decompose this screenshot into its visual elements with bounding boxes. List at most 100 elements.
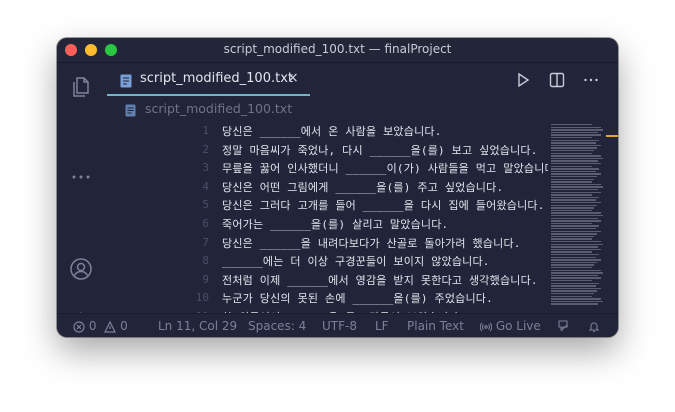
line-number: 7 xyxy=(202,235,209,249)
minimap-line xyxy=(551,170,596,173)
minimap-line xyxy=(551,194,593,196)
editor-line[interactable]: 7 당신은 ______을 내려다보다가 산골로 돌아가려 했습니다. xyxy=(105,234,548,253)
line-number: 6 xyxy=(202,217,209,230)
minimap-line xyxy=(551,155,602,157)
minimap-line xyxy=(551,293,595,295)
minimap-line xyxy=(551,298,602,300)
minimap-line xyxy=(551,269,602,271)
account-icon[interactable] xyxy=(69,257,93,281)
minimap-line xyxy=(551,207,595,209)
broadcast-icon xyxy=(480,321,492,333)
language-mode[interactable]: Plain Text xyxy=(407,319,464,333)
minimap-line xyxy=(551,150,595,152)
window-title: script_modified_100.txt — finalProject xyxy=(223,42,452,56)
minimap-line xyxy=(551,233,597,235)
minimap-line xyxy=(551,220,602,222)
minimap-line xyxy=(551,137,593,139)
minimap-line xyxy=(551,209,592,212)
minimap-line xyxy=(551,124,592,126)
editor-line[interactable]: 4 당신은 어떤 그림에게 ______을(를) 주고 싶었습니다. xyxy=(105,178,548,197)
minimap-line xyxy=(551,144,601,147)
line-number: 10 xyxy=(195,291,209,305)
minimap-line xyxy=(551,248,602,251)
minimap-line xyxy=(551,228,596,230)
minimap-line xyxy=(551,189,598,191)
tab-close-icon[interactable]: × xyxy=(287,70,299,86)
line-text: 당신은 그러다 고개를 들어 ______을 다시 집에 들어왔습니다. xyxy=(222,199,545,213)
problems-indicator[interactable]: 0 0 xyxy=(73,319,128,333)
editor-text-area[interactable]: 1 당신은 ______에서 온 사람을 보았습니다. 2 정말 마음씨가 죽었나, … xyxy=(105,120,548,313)
minimap-line xyxy=(551,287,601,290)
minimap-line xyxy=(551,246,598,248)
minimap-line xyxy=(551,295,592,297)
minimap-line xyxy=(551,212,602,214)
split-editor-icon[interactable] xyxy=(548,71,566,89)
minimap-line xyxy=(551,163,602,165)
cursor-position[interactable]: Ln 11, Col 29 xyxy=(158,319,237,333)
line-number: 2 xyxy=(202,142,209,156)
minimap-line xyxy=(551,267,592,269)
line-text: 당신은 어떤 그림에게 ______을(를) 주고 싶었습니다. xyxy=(222,180,504,194)
line-text: ______에는 더 이상 구경꾼들이 보이지 않았습니다. xyxy=(222,255,490,269)
minimap-line xyxy=(551,261,597,264)
minimap-line xyxy=(551,126,602,128)
editor-line[interactable]: 3 무릎을 꿇어 인사했더니 ______이(가) 사람들을 먹고 말았습니다. xyxy=(105,159,548,178)
minimap-line xyxy=(551,131,598,134)
editor-line[interactable]: 9 전처럼 이제 ______에서 영감을 받지 못한다고 생각했습니다. xyxy=(105,271,548,290)
scroll-position-marker xyxy=(606,135,618,137)
minimap-line xyxy=(551,152,592,154)
minimap-line xyxy=(551,178,595,180)
minimap-line xyxy=(551,157,603,160)
more-actions-icon[interactable] xyxy=(582,71,600,89)
minimap-line xyxy=(551,300,603,303)
minimap-line xyxy=(551,238,592,240)
editor-line[interactable]: 6 죽어가는 ______을(를) 살리고 말았습니다. xyxy=(105,215,548,234)
line-text: 죽어가는 ______을(를) 살리고 말았습니다. xyxy=(222,218,449,231)
line-number: 9 xyxy=(202,272,209,286)
minimap-line xyxy=(551,168,599,170)
minimap-line xyxy=(551,241,602,243)
minimap-line xyxy=(551,274,598,277)
line-text: 누군가 당신의 못된 손에 ______을(를) 주었습니다. xyxy=(222,292,493,306)
bell-icon[interactable] xyxy=(588,319,600,333)
go-live-button[interactable]: Go Live xyxy=(480,319,541,333)
editor-line[interactable]: 2 정말 마음씨가 죽었나, 다시 ______을(를) 보고 싶었습니다. xyxy=(105,141,548,160)
text-file-icon xyxy=(125,102,136,117)
explorer-icon[interactable] xyxy=(69,75,93,99)
minimap-line xyxy=(551,303,598,305)
error-count: 0 xyxy=(88,319,97,333)
minimap-line xyxy=(551,183,602,186)
minimap[interactable] xyxy=(548,120,604,313)
run-icon[interactable] xyxy=(514,71,532,89)
line-text: 전처럼 이제 ______에서 영감을 받지 못한다고 생각했습니다. xyxy=(222,273,538,287)
desktop-background: script_modified_100.txt — finalProject s… xyxy=(0,0,675,412)
minimap-line xyxy=(551,285,596,287)
minimap-line xyxy=(551,176,597,178)
minimap-line xyxy=(551,129,603,131)
minimap-line xyxy=(551,243,603,245)
feedback-icon[interactable] xyxy=(557,319,570,333)
minimap-line xyxy=(551,222,593,225)
minimap-line xyxy=(551,251,593,253)
status-bar: 0 0 Ln 11, Col 29 Spaces: 4 UTF-8 LF Pla… xyxy=(57,313,618,337)
editor-line[interactable]: 1 당신은 ______에서 온 사람을 보았습니다. xyxy=(105,122,548,141)
tab-bar: script_modified_100.txt × xyxy=(105,63,618,97)
minimap-line xyxy=(551,173,601,175)
line-number: 4 xyxy=(202,179,209,193)
tab-script-modified-100[interactable]: script_modified_100.txt × xyxy=(107,63,310,96)
editor-line[interactable]: 5 당신은 그러다 고개를 들어 ______을 다시 집에 들어왔습니다. xyxy=(105,196,548,215)
line-number: 5 xyxy=(202,198,209,212)
minimap-line xyxy=(551,165,593,167)
encoding[interactable]: UTF-8 xyxy=(322,319,357,333)
minimap-line xyxy=(551,204,597,206)
editor-line[interactable]: 8 ______에는 더 이상 구경꾼들이 보이지 않았습니다. xyxy=(105,252,548,271)
indentation[interactable]: Spaces: 4 xyxy=(248,319,306,333)
minimap-line xyxy=(551,202,601,204)
line-number: 1 xyxy=(202,124,209,137)
end-of-line[interactable]: LF xyxy=(375,319,389,333)
minimap-line xyxy=(551,225,599,227)
editor-line[interactable]: 10 누군가 당신의 못된 손에 ______을(를) 주었습니다. xyxy=(105,289,548,308)
more-icon[interactable] xyxy=(69,165,93,189)
minimap-line xyxy=(551,217,598,219)
breadcrumb-file[interactable]: script_modified_100.txt xyxy=(145,101,292,116)
